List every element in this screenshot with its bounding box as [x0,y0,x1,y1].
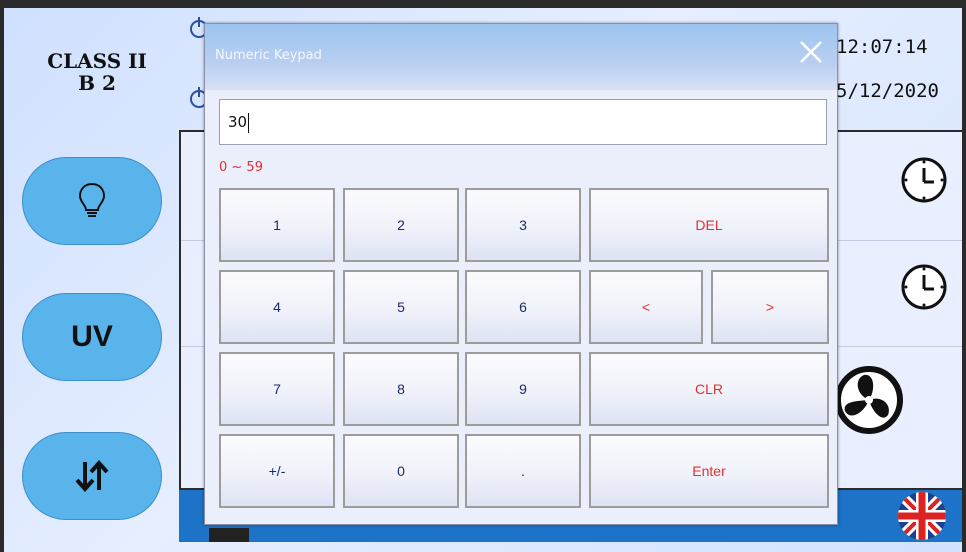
dialog-title: Numeric Keypad [215,48,322,63]
uk-flag-icon[interactable] [896,490,948,542]
key-del[interactable]: DEL [589,188,829,262]
key-9[interactable]: 9 [465,352,581,426]
screen: CLASS II B 2 12:07:14 5/12/2020 UV Numer… [0,0,966,552]
clock-icon[interactable] [899,155,949,205]
close-icon[interactable] [795,36,827,68]
uv-button[interactable]: UV [22,293,162,381]
key-decimal[interactable]: . [465,434,581,508]
class-line-2: B 2 [78,71,116,95]
text-caret [248,112,250,133]
input-value: 30 [228,113,248,131]
date-display: 5/12/2020 [836,80,939,102]
bottom-indicator [209,528,249,542]
class-label: CLASS II B 2 [32,50,162,94]
key-2[interactable]: 2 [343,188,459,262]
dialog-title-bar[interactable]: Numeric Keypad [205,24,837,90]
numeric-keypad-dialog: Numeric Keypad 30 0 ~ 59 1 2 3 DEL 4 5 6… [204,23,838,525]
key-4[interactable]: 4 [219,270,335,344]
sash-button[interactable] [22,432,162,520]
key-enter[interactable]: Enter [589,434,829,508]
value-input[interactable]: 30 [219,99,827,145]
key-6[interactable]: 6 [465,270,581,344]
key-7[interactable]: 7 [219,352,335,426]
key-3[interactable]: 3 [465,188,581,262]
key-cursor-left[interactable]: < [589,270,703,344]
up-down-arrows-icon [75,459,109,493]
range-hint: 0 ~ 59 [219,160,263,175]
clock-icon[interactable] [899,262,949,312]
key-clr[interactable]: CLR [589,352,829,426]
key-8[interactable]: 8 [343,352,459,426]
key-5[interactable]: 5 [343,270,459,344]
key-0[interactable]: 0 [343,434,459,508]
time-display: 12:07:14 [836,36,928,58]
key-1[interactable]: 1 [219,188,335,262]
fan-icon[interactable] [834,365,904,435]
light-button[interactable] [22,157,162,245]
lightbulb-icon [78,182,106,217]
key-sign[interactable]: +/- [219,434,335,508]
key-cursor-right[interactable]: > [711,270,829,344]
class-line-1: CLASS II [47,49,147,73]
uv-label: UV [71,320,113,353]
